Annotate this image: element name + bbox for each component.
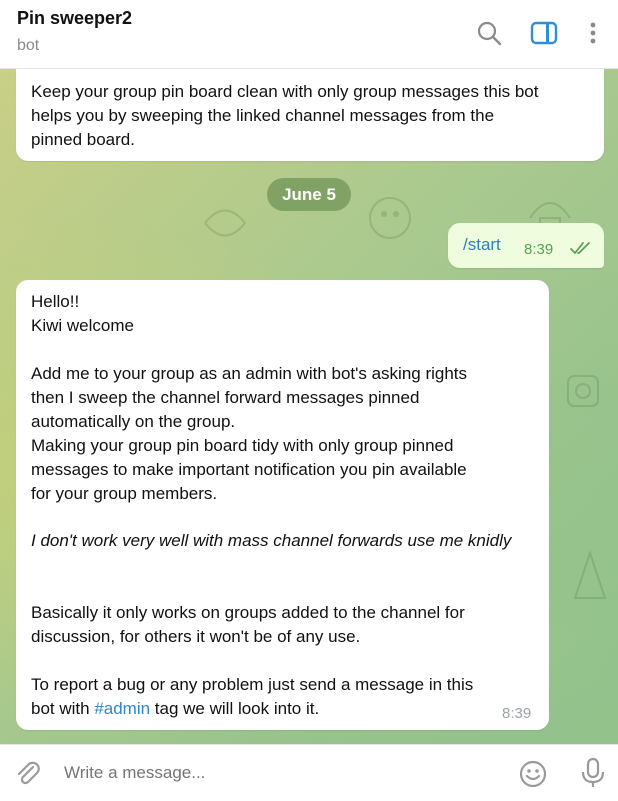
incoming-message[interactable]: Keep your group pin board clean with onl… [16,68,604,161]
date-separator: June 5 [267,178,351,211]
message-line: for your group members. [31,484,218,503]
message-line: Keep your group pin board clean with onl… [31,82,539,101]
attach-icon[interactable] [14,759,42,787]
doodle-icon [573,549,607,599]
chat-title[interactable]: Pin sweeper2 [17,8,132,29]
chat-header: Pin sweeper2 bot [0,0,618,69]
search-icon[interactable] [474,18,504,48]
emoji-icon[interactable] [518,759,548,789]
message-line: Kiwi welcome [31,316,134,335]
message-text: bot with [31,699,95,718]
outgoing-message[interactable]: /start 8:39 [448,223,604,268]
message-line: Basically it only works on groups added … [31,603,465,622]
double-check-icon [570,242,590,254]
doodle-icon [204,209,247,237]
message-line: To report a bug or any problem just send… [31,675,474,694]
message-text: Keep your group pin board clean with onl… [31,80,596,152]
message-line: Add me to your group as an admin with bo… [31,364,468,383]
italic-note: I don't work very well with mass channel… [31,531,512,550]
message-line: Making your group pin board tidy with on… [31,436,454,455]
message-line: helps you by sweeping the linked channel… [31,106,495,125]
message-line: bot with #admin tag we will look into it… [31,697,319,721]
doodle-icon [369,197,411,239]
chat-area[interactable]: Keep your group pin board clean with onl… [0,68,618,744]
message-text: tag we will look into it. [150,699,320,718]
message-line: discussion, for others it won't be of an… [31,627,361,646]
mic-icon[interactable] [578,757,608,789]
message-line: pinned board. [31,130,135,149]
doodle-icon [567,375,599,407]
message-line: Hello!! [31,292,80,311]
message-line: messages to make important notification … [31,460,467,479]
message-input[interactable] [64,761,484,785]
message-time: 8:39 [524,241,554,258]
message-input-bar [0,744,618,801]
message-time: 8:39 [502,705,532,722]
incoming-message[interactable]: Hello!! Kiwi welcome Add me to your grou… [16,280,549,730]
sidebar-toggle-icon[interactable] [529,18,559,48]
admin-hashtag-link[interactable]: #admin [94,699,150,718]
message-line: automatically on the group. [31,412,236,431]
chat-subtitle: bot [17,37,40,54]
more-vert-icon[interactable] [578,18,608,48]
start-command-link[interactable]: /start [463,235,501,255]
message-line: then I sweep the channel forward message… [31,388,420,407]
